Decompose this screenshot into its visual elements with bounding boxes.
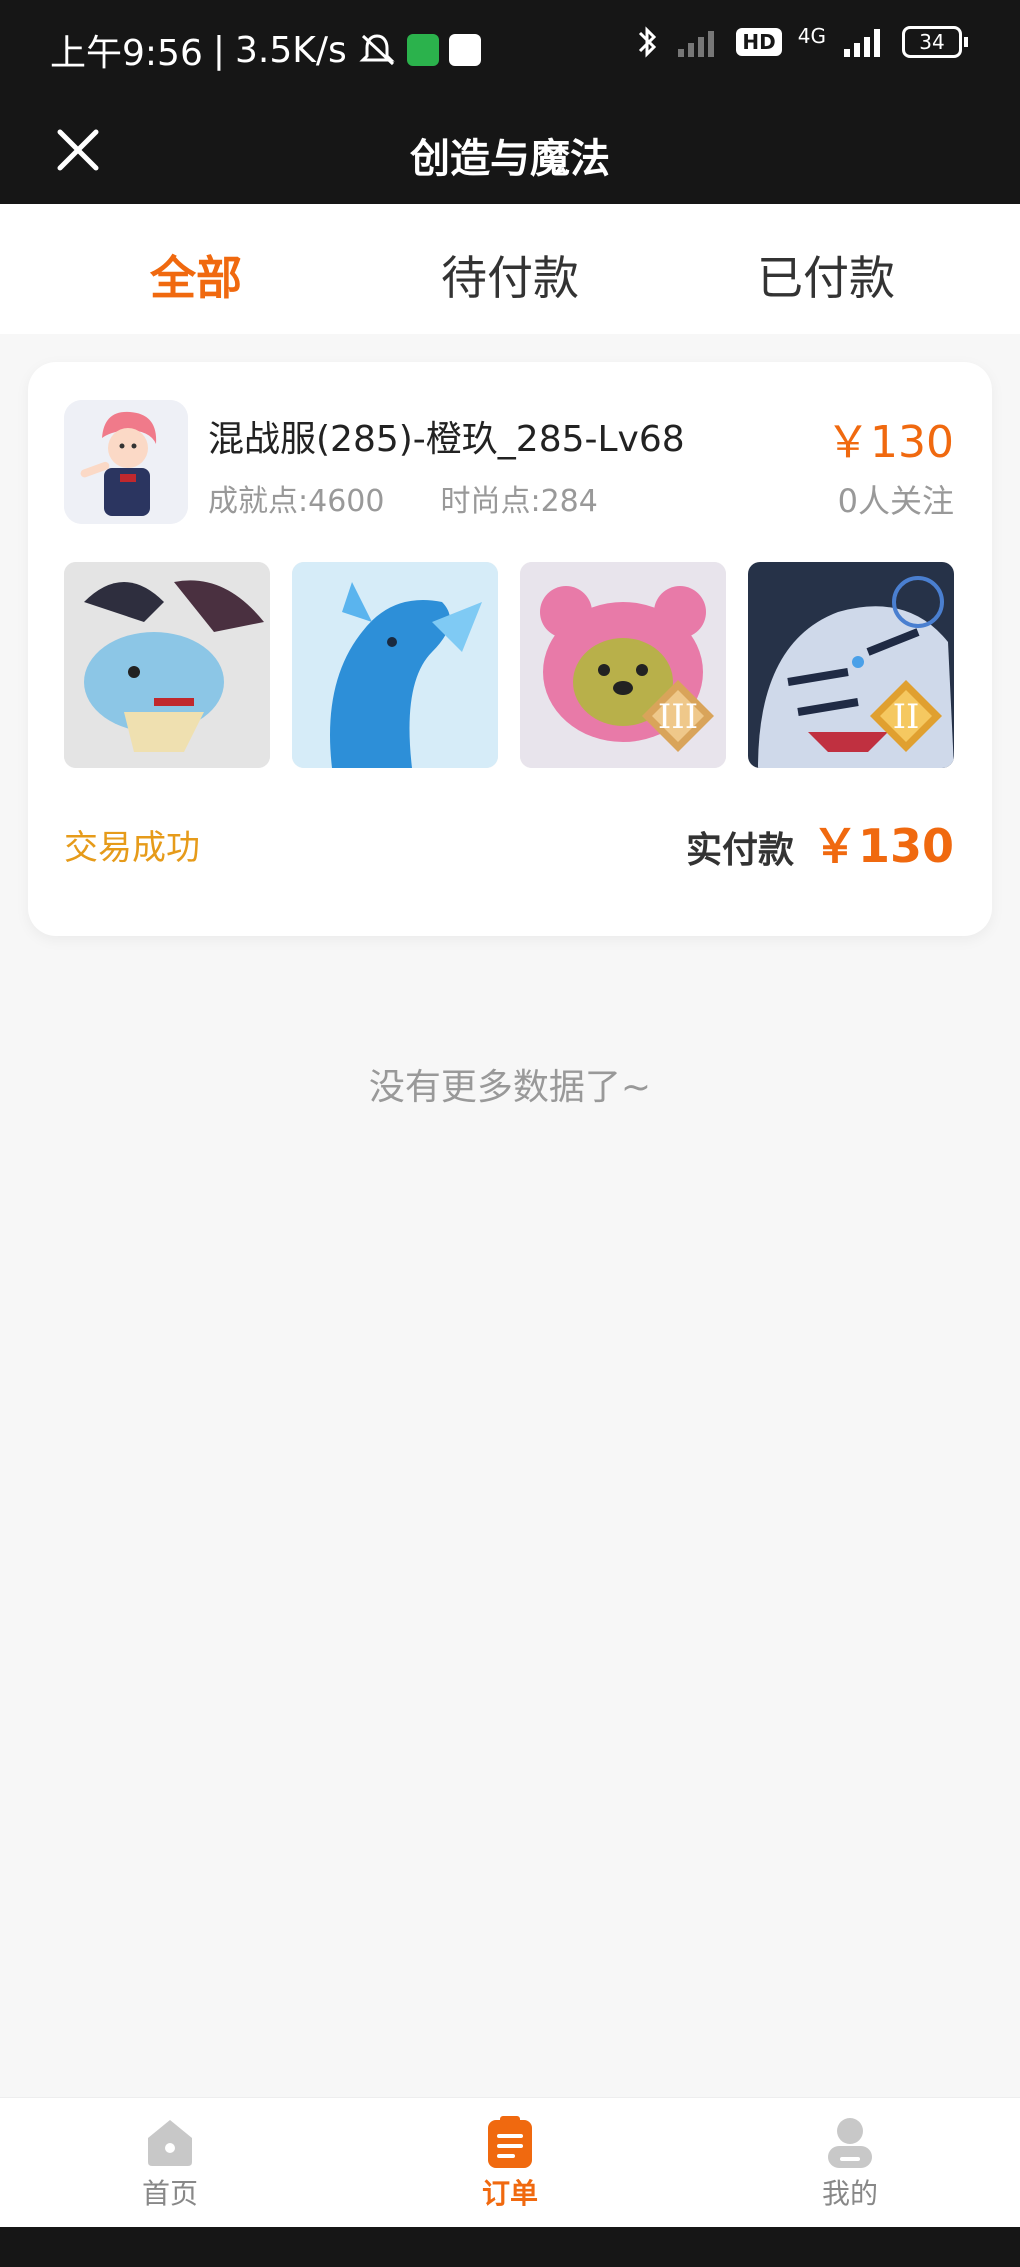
top-nav-bar: 创造与魔法 (0, 100, 1020, 204)
tab-paid[interactable]: 已付款 (706, 242, 946, 308)
nav-home[interactable]: 首页 (70, 2114, 270, 2212)
battery-icon: 34 (902, 26, 968, 58)
home-icon (148, 2120, 192, 2166)
nav-profile-label: 我的 (821, 2177, 878, 2210)
order-price: ￥130 (826, 417, 954, 468)
tab-all[interactable]: 全部 (76, 242, 316, 308)
rank-badge: III (642, 680, 714, 752)
baidu-icon (448, 34, 481, 66)
profile-icon (828, 2118, 872, 2168)
svg-text:II: II (893, 697, 920, 737)
list-end-message: 没有更多数据了~ (368, 1067, 652, 1108)
network-type: 4G (797, 24, 826, 48)
server-name: 混战服(285)-橙玖_285-Lv68 (208, 419, 685, 460)
bottom-nav: 首页 订单 我的 (0, 2097, 1020, 2228)
fashion-points: 时尚点:284 (440, 484, 598, 519)
bear-icon[interactable]: III (520, 562, 726, 768)
paid-amount: ￥130 (811, 819, 954, 873)
paid-label: 实付款 (685, 830, 794, 871)
page-title: 创造与魔法 (410, 136, 610, 182)
achievement-points: 成就点:4600 (208, 484, 385, 519)
tiger-icon[interactable]: II (748, 562, 954, 768)
bluetooth-icon (639, 26, 657, 58)
nav-home-label: 首页 (141, 2177, 198, 2210)
status-bar: 上午9:56 | 3.5K/s HD 4G 34 (0, 0, 1020, 100)
signal-icon (844, 29, 880, 57)
nav-profile[interactable]: 我的 (750, 2114, 950, 2212)
item-thumbnails: III II (64, 562, 954, 768)
svg-text:III: III (658, 697, 698, 737)
nav-orders[interactable]: 订单 (410, 2114, 610, 2212)
order-card[interactable]: 混战服(285)-橙玖_285-Lv68 成就点:4600 时尚点:284 ￥1… (28, 362, 992, 936)
mute-icon (359, 34, 395, 66)
sea-horse-icon[interactable] (292, 562, 498, 768)
app-notify-icon (406, 34, 439, 66)
order-icon (488, 2116, 532, 2168)
character-avatar (64, 400, 188, 524)
follower-count: 0人关注 (837, 482, 954, 520)
signal-weak-icon (678, 31, 715, 57)
network-speed: 3.5K/s (234, 29, 347, 71)
order-status: 交易成功 (64, 828, 200, 868)
dragon-icon[interactable] (64, 562, 270, 768)
tab-pending-payment[interactable]: 待付款 (390, 242, 630, 308)
hd-badge: HD (736, 28, 782, 56)
rank-badge: II (870, 680, 942, 752)
home-indicator (0, 2227, 1020, 2267)
nav-orders-label: 订单 (481, 2177, 538, 2210)
battery-level: 34 (902, 26, 962, 58)
status-time: 上午9:56 (50, 33, 203, 74)
order-tabs: 全部 待付款 已付款 (0, 204, 1020, 334)
